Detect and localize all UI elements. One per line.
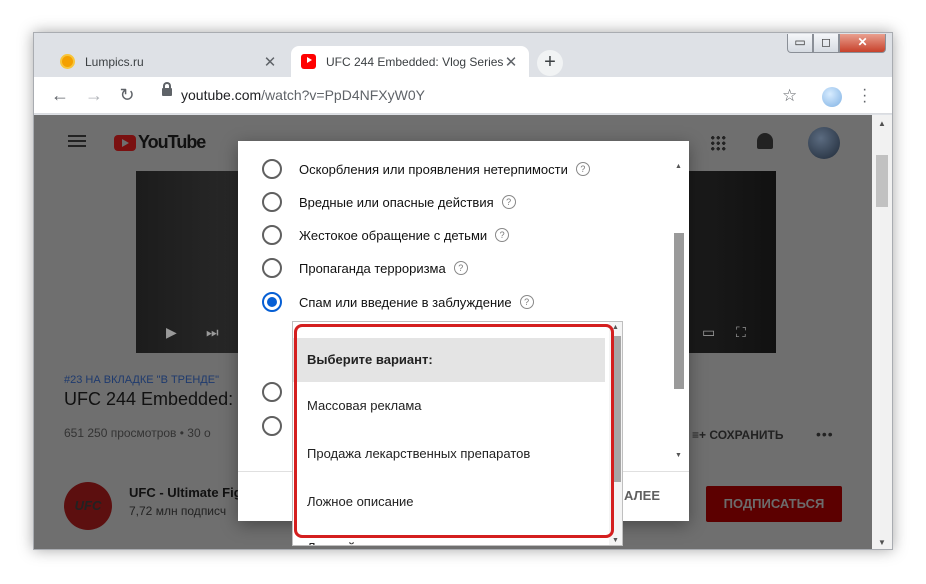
trending-label[interactable]: #23 НА ВКЛАДКЕ "В ТРЕНДЕ" bbox=[64, 374, 219, 386]
dropdown-scrollbar[interactable]: ▲ ▼ bbox=[609, 322, 622, 545]
add-to-playlist-icon: ≡+ bbox=[692, 428, 710, 442]
option-label: Вредные или опасные действия bbox=[299, 194, 494, 210]
option-label: Оскорбления или проявления нетерпимости bbox=[299, 161, 568, 177]
url-text: youtube.com/watch?v=PpD4NFXyW0Y bbox=[181, 87, 425, 103]
video-title: UFC 244 Embedded: V bbox=[64, 389, 251, 409]
radio-button[interactable] bbox=[262, 192, 282, 212]
youtube-logo[interactable]: YouTube bbox=[114, 132, 206, 153]
report-option[interactable]: Жестокое обращение с детьми ? bbox=[262, 224, 510, 246]
scroll-up-icon[interactable]: ▲ bbox=[878, 119, 886, 128]
dropdown-option[interactable]: Ложный значок видео bbox=[293, 525, 605, 545]
minimize-button[interactable]: ▭ bbox=[787, 34, 813, 53]
next-video-icon[interactable]: ⏭ bbox=[206, 324, 219, 341]
help-icon[interactable]: ? bbox=[501, 195, 516, 209]
radio-button[interactable] bbox=[262, 382, 282, 402]
browser-toolbar: ← → ↻ youtube.com/watch?v=PpD4NFXyW0Y ☆ … bbox=[34, 77, 892, 114]
notifications-bell-icon[interactable] bbox=[757, 133, 773, 149]
option-label: Пропаганда терроризма bbox=[299, 260, 446, 276]
browser-window: ▭ ◻ ✕ Lumpics.ru ✕ UFC 244 Embedded: Vlo… bbox=[33, 32, 893, 550]
dropdown-option-selected[interactable]: Выберите вариант: bbox=[293, 338, 605, 382]
option-label: Спам или введение в заблуждение bbox=[299, 294, 512, 310]
bookmark-star-icon[interactable]: ☆ bbox=[782, 86, 797, 106]
radio-button[interactable] bbox=[262, 159, 282, 179]
scrollbar-thumb[interactable] bbox=[611, 336, 621, 482]
tab-lumpics[interactable]: Lumpics.ru ✕ bbox=[50, 46, 288, 77]
youtube-favicon-icon bbox=[301, 54, 316, 69]
back-arrow-icon[interactable]: ← bbox=[50, 85, 70, 106]
report-option[interactable]: Пропаганда терроризма ? bbox=[262, 257, 468, 279]
report-option-selected[interactable]: Спам или введение в заблуждение ? bbox=[262, 291, 534, 313]
channel-subscribers: 7,72 млн подписч bbox=[129, 504, 227, 518]
radio-button[interactable] bbox=[262, 258, 282, 278]
scroll-down-icon[interactable]: ▼ bbox=[878, 538, 886, 547]
apps-grid-icon[interactable] bbox=[710, 135, 726, 151]
browser-menu-icon[interactable]: · · · bbox=[862, 82, 867, 110]
scroll-up-icon[interactable]: ▲ bbox=[612, 324, 619, 331]
report-option[interactable]: Вредные или опасные действия ? bbox=[262, 191, 516, 213]
radio-button[interactable] bbox=[262, 225, 282, 245]
close-tab-icon[interactable]: ✕ bbox=[262, 53, 278, 71]
dropdown-option[interactable]: Массовая реклама bbox=[293, 383, 605, 429]
scroll-up-icon[interactable]: ▲ bbox=[675, 163, 682, 170]
reason-dropdown-list[interactable]: Выберите вариант: Массовая реклама Прода… bbox=[292, 321, 623, 546]
fullscreen-icon[interactable]: ⛶ bbox=[736, 324, 746, 341]
help-icon[interactable]: ? bbox=[575, 162, 590, 176]
page-scrollbar[interactable]: ▲ ▼ bbox=[872, 115, 892, 549]
scrollbar-thumb[interactable] bbox=[674, 233, 684, 389]
scrollbar-thumb[interactable] bbox=[876, 155, 888, 207]
channel-avatar[interactable]: UFC bbox=[64, 482, 112, 530]
radio-button[interactable] bbox=[262, 416, 282, 436]
lock-icon bbox=[162, 82, 172, 96]
address-bar[interactable]: youtube.com/watch?v=PpD4NFXyW0Y bbox=[150, 82, 810, 110]
play-icon[interactable]: ▶ bbox=[166, 324, 177, 341]
account-avatar[interactable] bbox=[808, 127, 840, 159]
lumpics-favicon-icon bbox=[60, 54, 75, 69]
profile-avatar-icon[interactable] bbox=[822, 87, 842, 107]
forward-arrow-icon[interactable]: → bbox=[84, 85, 104, 106]
dialog-scrollbar[interactable]: ▲ ▼ bbox=[672, 159, 687, 461]
help-icon[interactable]: ? bbox=[519, 295, 534, 309]
dropdown-option[interactable]: Продажа лекарственных препаратов bbox=[293, 431, 605, 477]
reload-icon[interactable]: ↻ bbox=[117, 85, 137, 106]
dropdown-option[interactable]: Ложное описание bbox=[293, 479, 605, 525]
close-tab-icon[interactable]: ✕ bbox=[503, 53, 519, 71]
scroll-down-icon[interactable]: ▼ bbox=[675, 452, 682, 459]
new-tab-button[interactable]: + bbox=[537, 50, 563, 76]
tab-label: Lumpics.ru bbox=[85, 54, 144, 69]
radio-button-selected[interactable] bbox=[262, 292, 282, 312]
theater-mode-icon[interactable]: ▭ bbox=[702, 324, 715, 341]
hamburger-menu-icon[interactable] bbox=[68, 135, 86, 147]
tab-label: UFC 244 Embedded: Vlog Series bbox=[326, 54, 503, 69]
option-label: Жестокое обращение с детьми bbox=[299, 227, 488, 243]
close-window-button[interactable]: ✕ bbox=[839, 34, 886, 53]
youtube-play-icon bbox=[114, 134, 136, 151]
scroll-down-icon[interactable]: ▼ bbox=[612, 537, 619, 544]
next-button[interactable]: АЛЕЕ bbox=[624, 488, 660, 503]
help-icon[interactable]: ? bbox=[453, 261, 468, 275]
youtube-page: YouTube ▶ ⏭ ▭ ⛶ #23 НА ВКЛАДКЕ "В ТРЕНДЕ… bbox=[34, 115, 872, 549]
help-icon[interactable]: ? bbox=[495, 228, 510, 242]
tab-youtube[interactable]: UFC 244 Embedded: Vlog Series ✕ bbox=[291, 46, 529, 77]
report-option[interactable]: Оскорбления или проявления нетерпимости … bbox=[262, 158, 590, 180]
view-count: 651 250 просмотров • 30 о bbox=[64, 426, 211, 440]
maximize-button[interactable]: ◻ bbox=[813, 34, 839, 53]
channel-name[interactable]: UFC - Ultimate Fig bbox=[129, 485, 242, 500]
subscribe-button[interactable]: ПОДПИСАТЬСЯ bbox=[706, 486, 842, 522]
more-actions-icon[interactable]: ••• bbox=[816, 426, 834, 442]
save-button[interactable]: ≡+ СОХРАНИТЬ bbox=[692, 428, 783, 442]
